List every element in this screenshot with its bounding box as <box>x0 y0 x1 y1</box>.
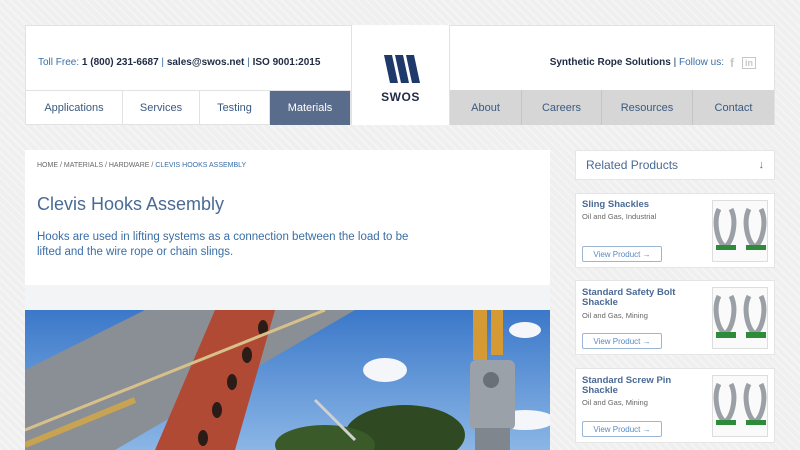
nav-about[interactable]: About <box>450 90 521 125</box>
nav-resources[interactable]: Resources <box>601 90 692 125</box>
linkedin-icon[interactable]: in <box>742 57 756 69</box>
product-thumbnail[interactable] <box>712 287 768 349</box>
view-product-button[interactable]: View Product → <box>582 246 662 262</box>
tagline: Synthetic Rope Solutions | Follow us: <box>549 57 724 68</box>
product-category: Oil and Gas, Industrial <box>582 212 657 221</box>
nav-materials[interactable]: Materials <box>270 91 351 125</box>
iso-label: ISO 9001:2015 <box>252 57 321 68</box>
product-card: Sling Shackles Oil and Gas, Industrial V… <box>575 193 775 268</box>
main-content: HOME / MATERIALS / HARDWARE / CLEVIS HOO… <box>25 150 550 450</box>
product-category: Oil and Gas, Mining <box>582 311 648 320</box>
phone-link[interactable]: 1 (800) 231-6687 <box>82 57 159 68</box>
product-card: Standard Screw Pin Shackle Oil and Gas, … <box>575 368 775 443</box>
nav-applications[interactable]: Applications <box>26 91 123 125</box>
logo-text: SWOS <box>381 90 420 104</box>
product-thumbnail[interactable] <box>712 375 768 437</box>
breadcrumb-home[interactable]: HOME <box>37 162 58 169</box>
shackle-image <box>713 294 767 338</box>
facebook-icon[interactable]: f <box>730 56 734 70</box>
intro-text: Hooks are used in lifting systems as a c… <box>37 231 409 258</box>
logo-link[interactable]: SWOS <box>351 25 450 125</box>
logo-mark-icon <box>384 55 420 83</box>
product-card: Standard Safety Bolt Shackle Oil and Gas… <box>575 280 775 355</box>
contact-info: Toll Free: 1 (800) 231-6687 | sales@swos… <box>38 57 321 68</box>
product-name[interactable]: Sling Shackles <box>582 200 702 210</box>
product-name[interactable]: Standard Safety Bolt Shackle <box>582 288 702 308</box>
breadcrumb-materials[interactable]: MATERIALS <box>64 162 103 169</box>
shackle-image <box>713 382 767 426</box>
page-title: Clevis Hooks Assembly <box>37 194 225 214</box>
related-products-header[interactable]: Related Products ↓ <box>575 150 775 180</box>
hero-image <box>25 310 550 450</box>
view-product-button[interactable]: View Product → <box>582 421 662 437</box>
site-header: Toll Free: 1 (800) 231-6687 | sales@swos… <box>25 25 775 125</box>
product-name[interactable]: Standard Screw Pin Shackle <box>582 376 702 396</box>
nav-careers[interactable]: Careers <box>521 90 601 125</box>
secondary-nav: About Careers Resources Contact <box>450 90 774 125</box>
toll-free-label: Toll Free: <box>38 57 80 68</box>
shackle-image <box>713 207 767 251</box>
product-category: Oil and Gas, Mining <box>582 398 648 407</box>
nav-testing[interactable]: Testing <box>200 91 270 125</box>
breadcrumb: HOME / MATERIALS / HARDWARE / CLEVIS HOO… <box>37 162 247 169</box>
email-link[interactable]: sales@swos.net <box>167 57 245 68</box>
follow-label: Follow us: <box>678 57 724 68</box>
breadcrumb-hardware[interactable]: HARDWARE <box>109 162 150 169</box>
nav-services[interactable]: Services <box>123 91 200 125</box>
nav-contact[interactable]: Contact <box>692 90 774 125</box>
related-products: Related Products ↓ Sling Shackles Oil an… <box>575 150 775 443</box>
view-product-button[interactable]: View Product → <box>582 333 662 349</box>
product-thumbnail[interactable] <box>712 200 768 262</box>
social-links: f in <box>730 56 756 70</box>
divider-band <box>25 285 550 310</box>
primary-nav: Applications Services Testing Materials <box>26 90 351 125</box>
chevron-down-icon: ↓ <box>758 159 765 171</box>
hero-photo <box>25 310 550 450</box>
breadcrumb-current: CLEVIS HOOKS ASSEMBLY <box>155 162 247 169</box>
